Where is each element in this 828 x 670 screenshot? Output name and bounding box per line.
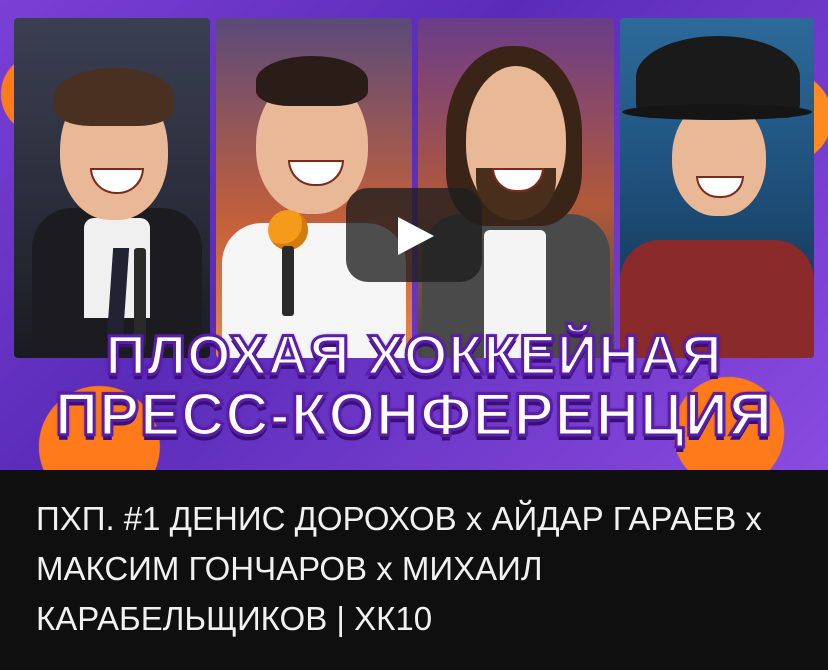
play-button[interactable] [346, 188, 482, 282]
video-thumbnail[interactable]: ПЛОХАЯ ХОККЕЙНАЯ ПРЕСС-КОНФЕРЕНЦИЯ [0, 0, 828, 470]
video-title[interactable]: ПХП. #1 ДЕНИС ДОРОХОВ х АЙДАР ГАРАЕВ х М… [36, 494, 806, 644]
play-icon [398, 217, 434, 255]
thumbnail-title-line1: ПЛОХАЯ ХОККЕЙНАЯ [104, 322, 723, 388]
thumbnail-title-line2: ПРЕСС-КОНФЕРЕНЦИЯ [53, 380, 774, 450]
guest-photo-1 [14, 18, 210, 358]
guest-photo-4 [620, 18, 814, 358]
